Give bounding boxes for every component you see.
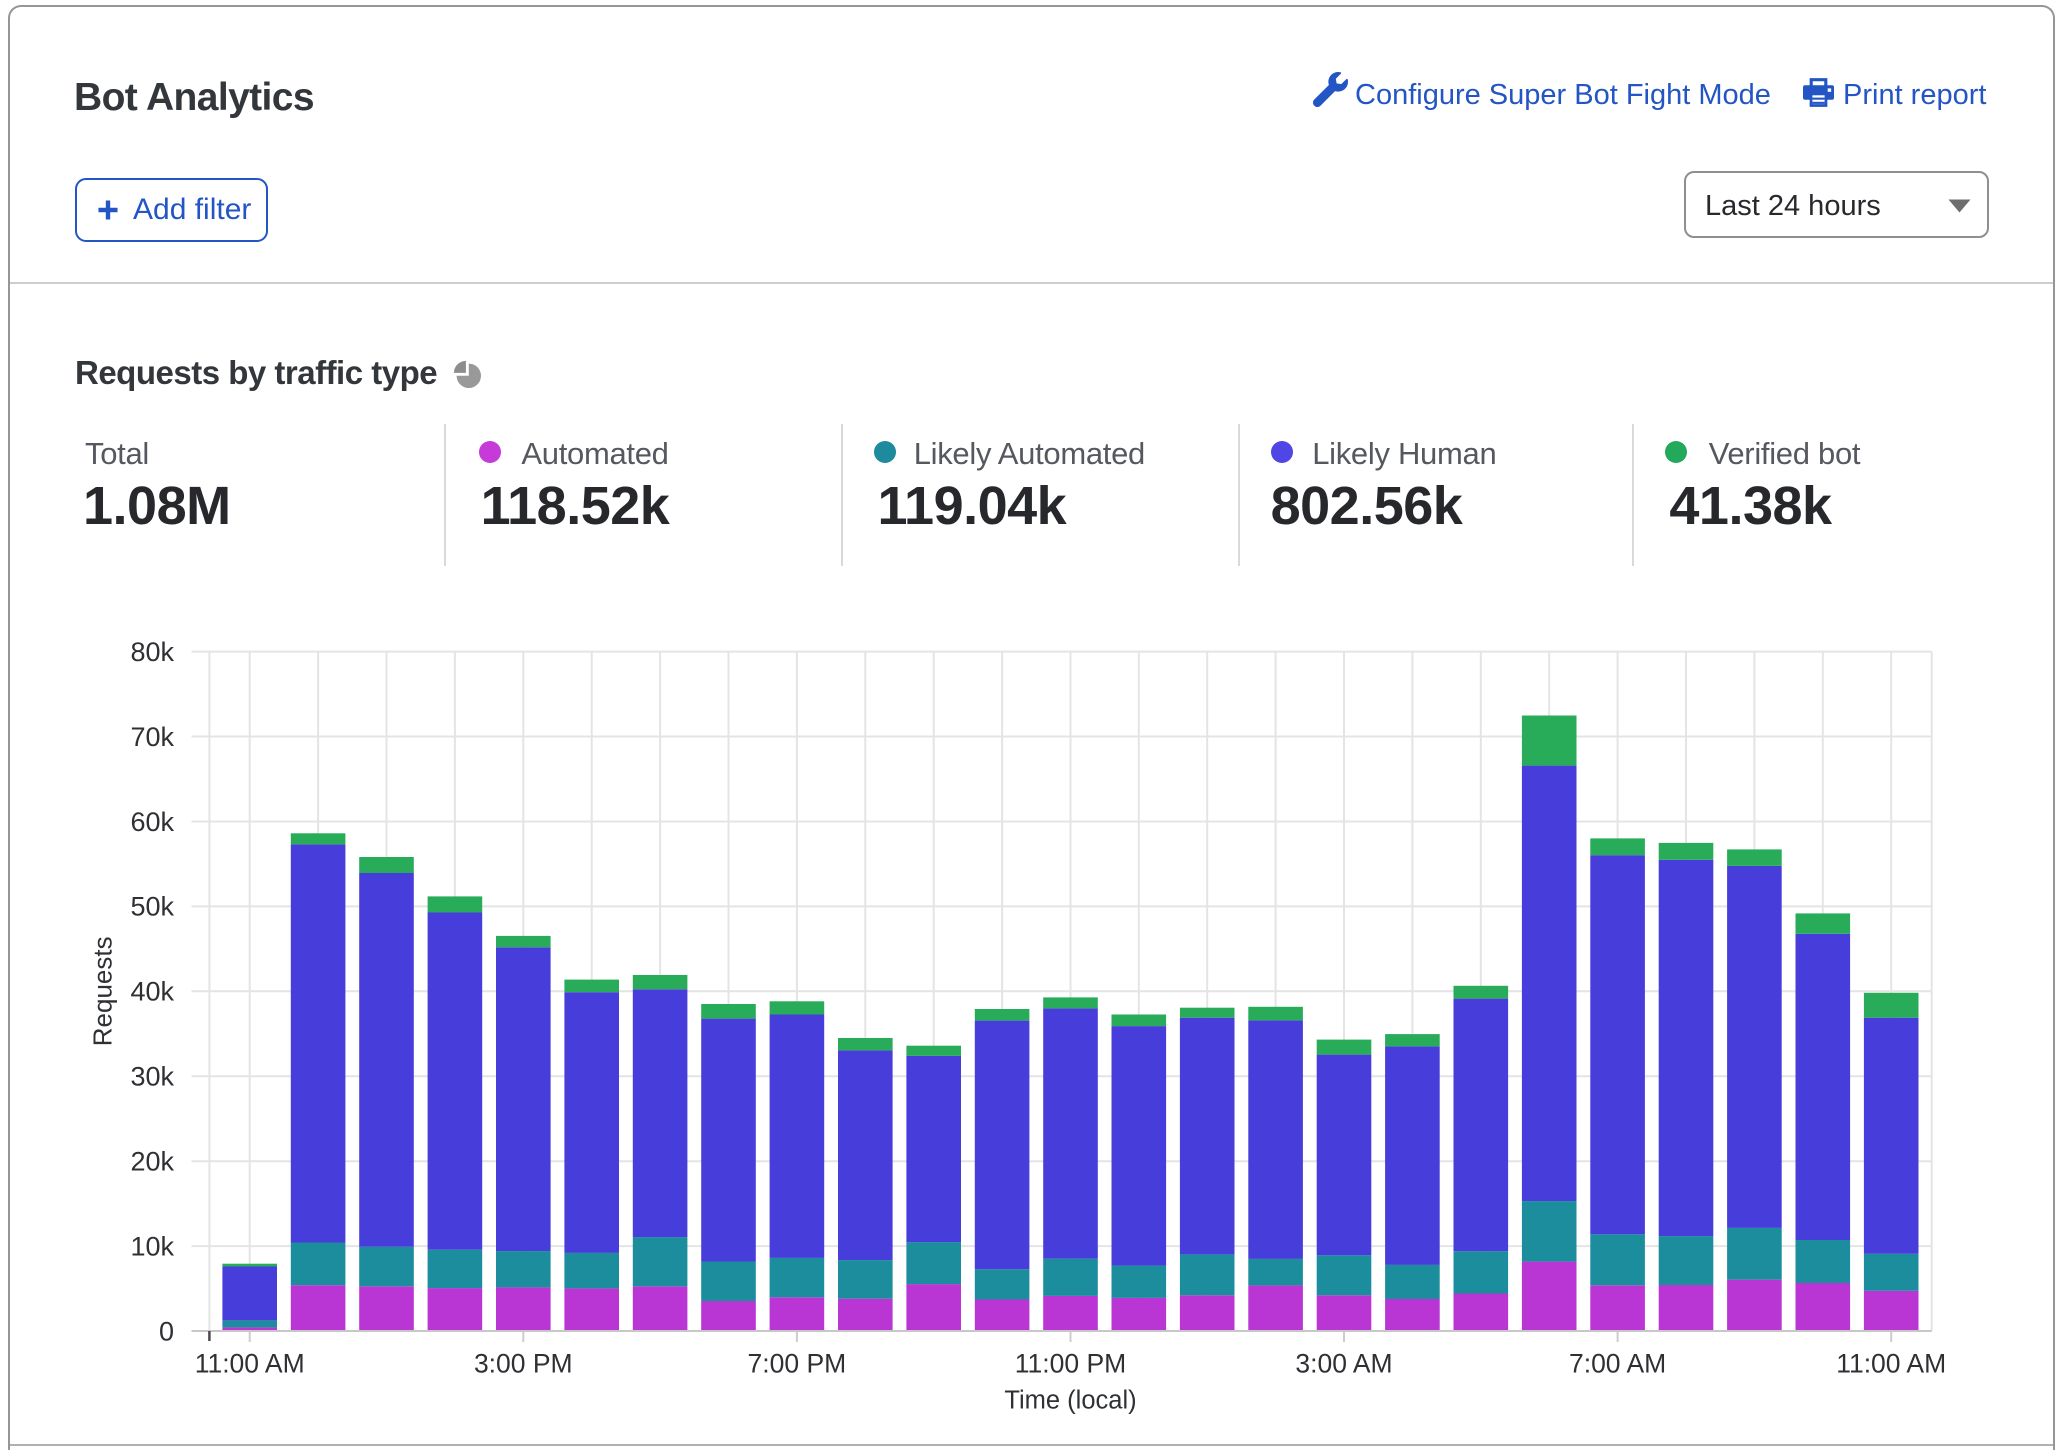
svg-text:11:00 AM: 11:00 AM xyxy=(1836,1349,1946,1379)
svg-text:3:00 AM: 3:00 AM xyxy=(1295,1349,1392,1379)
svg-text:70k: 70k xyxy=(130,722,174,752)
svg-text:7:00 PM: 7:00 PM xyxy=(748,1349,847,1379)
svg-text:11:00 AM: 11:00 AM xyxy=(195,1349,305,1379)
svg-text:30k: 30k xyxy=(130,1062,174,1092)
svg-text:11:00 PM: 11:00 PM xyxy=(1015,1349,1126,1379)
svg-text:80k: 80k xyxy=(130,637,174,667)
svg-text:10k: 10k xyxy=(130,1231,174,1261)
svg-text:0: 0 xyxy=(159,1316,174,1346)
svg-text:60k: 60k xyxy=(130,807,174,837)
svg-text:40k: 40k xyxy=(130,977,174,1007)
svg-text:Time (local): Time (local) xyxy=(1004,1387,1136,1415)
svg-text:50k: 50k xyxy=(130,892,174,922)
svg-text:3:00 PM: 3:00 PM xyxy=(474,1349,573,1379)
svg-text:7:00 AM: 7:00 AM xyxy=(1569,1349,1666,1379)
svg-text:20k: 20k xyxy=(130,1147,174,1177)
svg-text:Requests: Requests xyxy=(88,936,118,1046)
